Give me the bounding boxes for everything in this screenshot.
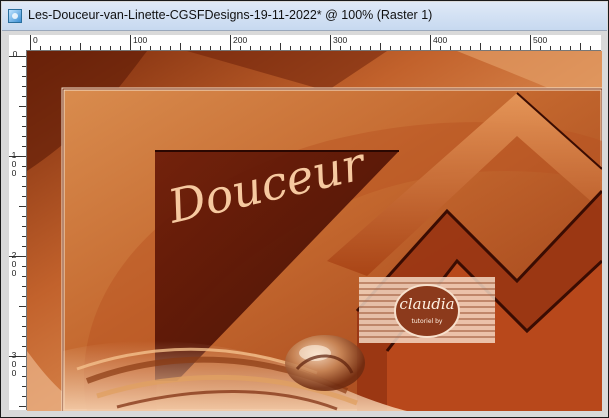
vertical-ruler[interactable]: 0 100 200 300 — [9, 50, 27, 410]
image-canvas[interactable]: Douceur claudia tutoriel by — [27, 51, 602, 411]
ruler-label-0: 0 — [33, 35, 38, 45]
watermark-text: claudia — [399, 295, 454, 313]
app-icon[interactable] — [8, 9, 22, 23]
title-bar[interactable]: Les-Douceur-van-Linette-CGSFDesigns-19-1… — [2, 2, 607, 31]
ruler-label-500: 500 — [533, 35, 548, 45]
vruler-label-300: 300 — [11, 350, 17, 378]
document-window: Les-Douceur-van-Linette-CGSFDesigns-19-1… — [0, 0, 609, 418]
vruler-label-100: 100 — [11, 150, 17, 178]
ruler-label-100: 100 — [133, 35, 148, 45]
horizontal-ruler-ticks — [30, 35, 591, 50]
horizontal-ruler[interactable]: 0 100 200 300 400 500 — [26, 35, 601, 51]
vruler-label-0: 0 — [12, 50, 18, 59]
ruler-corner — [9, 35, 27, 51]
watermark-subtext: tutoriel by — [412, 318, 443, 325]
watermark-box: claudia tutoriel by — [359, 277, 495, 343]
glass-orb — [285, 335, 365, 391]
ruler-label-300: 300 — [333, 35, 348, 45]
artwork: Douceur claudia tutoriel by — [27, 51, 602, 411]
ruler-label-400: 400 — [433, 35, 448, 45]
ruler-label-200: 200 — [233, 35, 248, 45]
vruler-label-200: 200 — [11, 250, 17, 278]
window-title: Les-Douceur-van-Linette-CGSFDesigns-19-1… — [28, 8, 433, 22]
